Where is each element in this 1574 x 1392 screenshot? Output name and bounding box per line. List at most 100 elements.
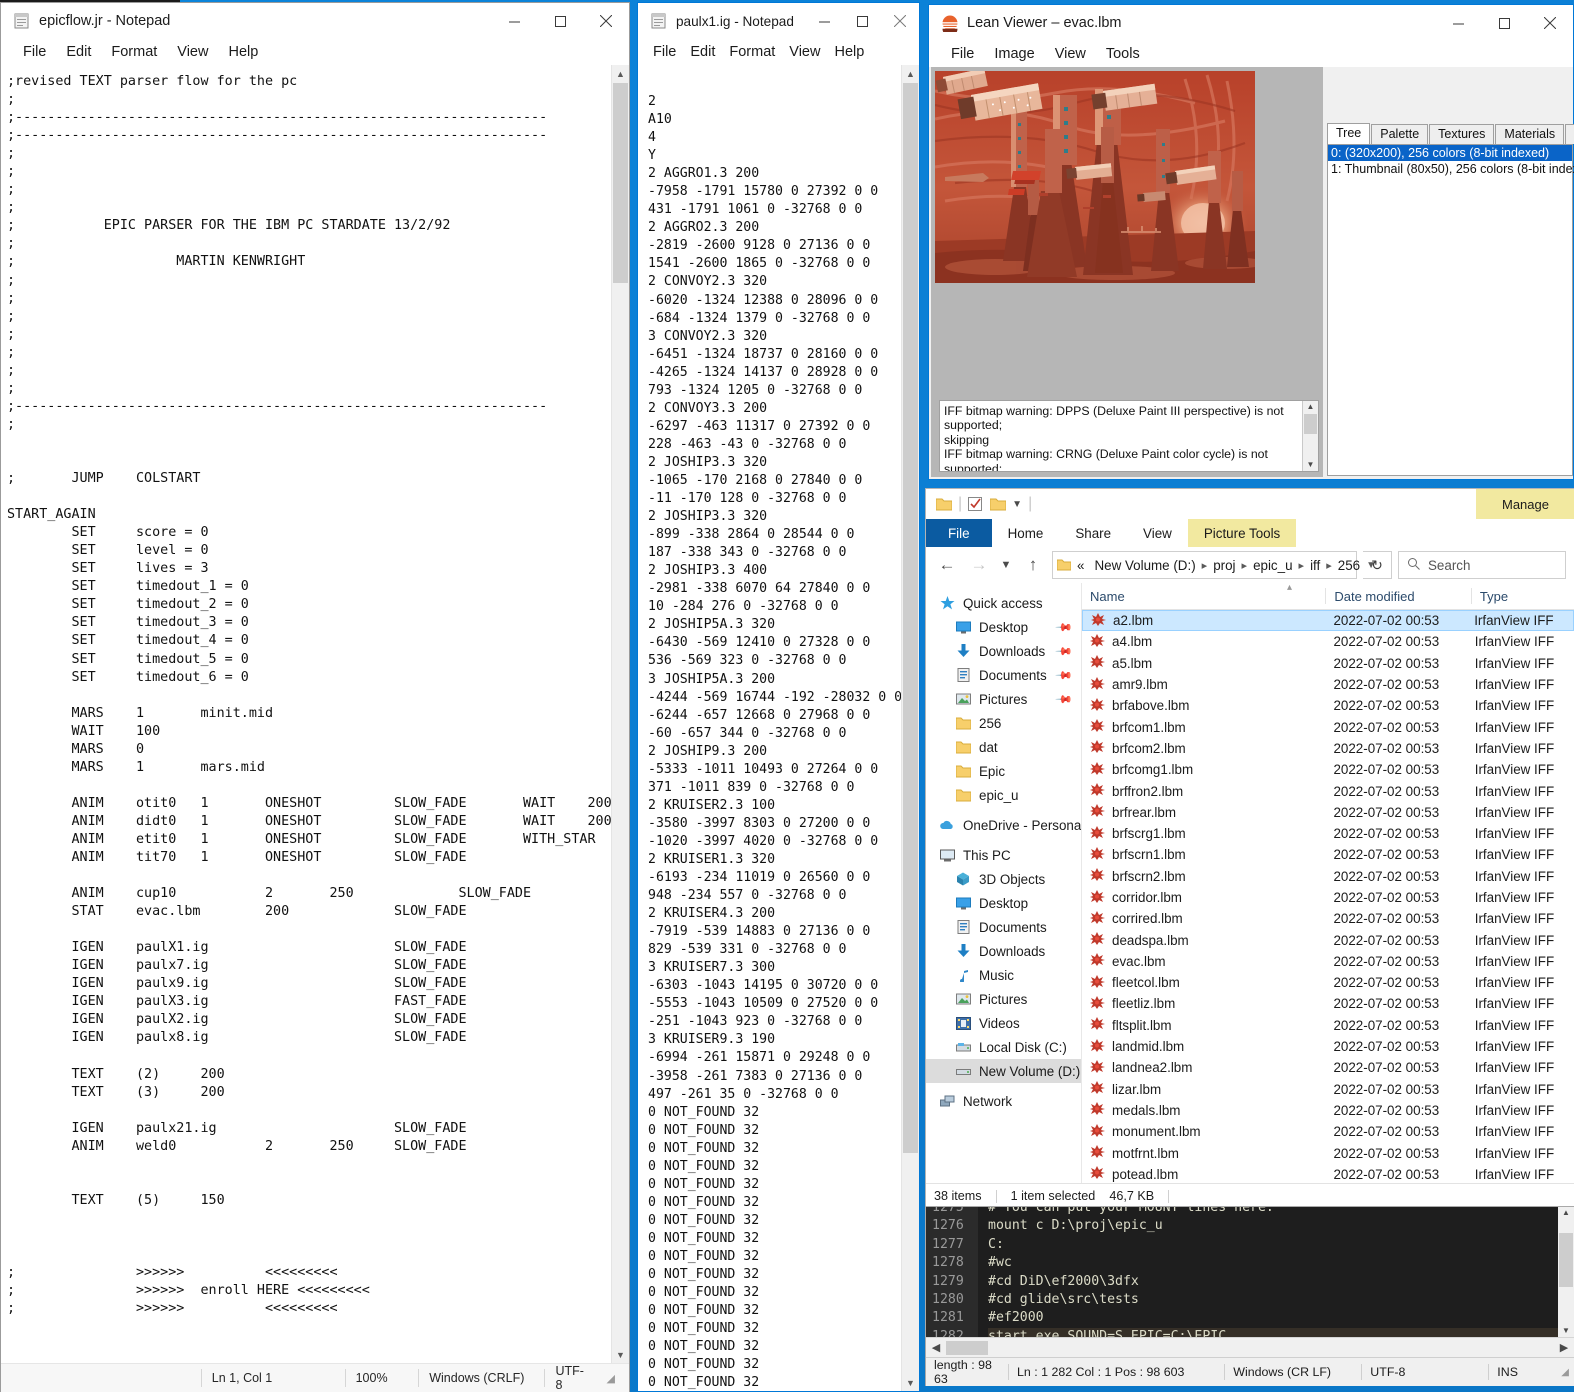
quick-access-toolbar[interactable]: | ▼ | Manage 256 xyxy=(926,489,1574,519)
nav-item-documents-pc[interactable]: Documents xyxy=(926,915,1081,939)
log-scroll-down-arrow[interactable]: ▼ xyxy=(1303,459,1318,471)
editor-line[interactable]: #cd DiD\ef2000\3dfx xyxy=(988,1273,1574,1291)
scrollbar-thumb[interactable] xyxy=(613,83,628,283)
nav-item-downloads-pc[interactable]: Downloads xyxy=(926,939,1081,963)
file-name-cell[interactable]: a5.lbm xyxy=(1082,655,1325,671)
tab-palette[interactable]: Palette xyxy=(1371,124,1429,144)
table-row[interactable]: fleetcol.lbm 2022-07-02 00:53 IrfanView IF… xyxy=(1082,972,1574,993)
table-row[interactable]: medals.lbm 2022-07-02 00:53 IrfanView IFF xyxy=(1082,1100,1574,1121)
file-name-cell[interactable]: fleetcol.lbm xyxy=(1082,974,1325,991)
file-name-cell[interactable]: landnea2.lbm xyxy=(1082,1059,1325,1076)
navigation-pane[interactable]: Quick access Desktop 📌 Downloads 📌 Documen… xyxy=(926,583,1081,1183)
tree-item-thumbnail[interactable]: 1: Thumbnail (80x50), 256 colors (8-bit … xyxy=(1328,161,1574,177)
menu-image[interactable]: Image xyxy=(984,46,1044,62)
file-name-cell[interactable]: fltsplit.lbm xyxy=(1082,1017,1325,1033)
table-row[interactable]: amr9.lbm 2022-07-02 00:53 IrfanView IFF xyxy=(1082,674,1574,695)
breadcrumb-item-iff[interactable]: iff xyxy=(1306,558,1324,573)
nav-item-downloads[interactable]: Downloads 📌 xyxy=(926,639,1081,663)
file-name-cell[interactable]: brfscrn2.lbm xyxy=(1082,868,1325,884)
ribbon-manage-label[interactable]: Manage xyxy=(1476,489,1574,519)
nav-item-local-disk-c[interactable]: Local Disk (C:) xyxy=(926,1035,1081,1059)
window-controls[interactable] xyxy=(1435,5,1573,41)
menu-view[interactable]: View xyxy=(1045,46,1096,62)
window-text-editor[interactable]: 1275 1276 1277 1278 1279 1280 1281 1282 # You c… xyxy=(925,1206,1574,1386)
log-scroll-up-arrow[interactable]: ▲ xyxy=(1303,401,1318,413)
back-button[interactable]: ← xyxy=(934,552,960,578)
file-name-cell[interactable]: brfcom2.lbm xyxy=(1082,740,1325,756)
nav-item-desktop[interactable]: Desktop 📌 xyxy=(926,615,1081,639)
editor-line[interactable]: C: xyxy=(988,1236,1574,1254)
nav-item-this-pc[interactable]: This PC xyxy=(926,843,1081,867)
menu-help[interactable]: Help xyxy=(827,44,871,60)
titlebar-lean-viewer[interactable]: Lean Viewer – evac.lbm xyxy=(929,5,1573,41)
side-panel-tabstrip[interactable]: Tree Palette Textures Materials Options xyxy=(1327,123,1574,144)
close-button[interactable] xyxy=(881,3,919,39)
window-file-explorer[interactable]: | ▼ | Manage 256 File Home Share View Pi… xyxy=(925,488,1574,1213)
tab-share[interactable]: Share xyxy=(1059,519,1127,547)
table-row[interactable]: lizar.lbm 2022-07-02 00:53 IrfanView IFF xyxy=(1082,1079,1574,1100)
table-row[interactable]: evac.lbm 2022-07-02 00:53 IrfanView IFF xyxy=(1082,951,1574,972)
maximize-button[interactable] xyxy=(537,3,583,39)
nav-item-epic[interactable]: Epic xyxy=(926,759,1081,783)
file-name-cell[interactable]: brfscrg1.lbm xyxy=(1082,825,1325,842)
menu-file[interactable]: File xyxy=(646,44,683,60)
tab-view[interactable]: View xyxy=(1127,519,1188,547)
notepad-text-paulx1[interactable]: 2 A10 4 Y 2 AGGRO1.3 200 -7958 -1791 157… xyxy=(638,65,919,1391)
new-folder-icon[interactable] xyxy=(989,497,1007,511)
window-notepad-epicflow[interactable]: epicflow.jr - Notepad File Edit Format V… xyxy=(0,2,630,1392)
table-row[interactable]: corrired.lbm 2022-07-02 00:53 IrfanView IF… xyxy=(1082,908,1574,929)
editor-line[interactable]: start.exe SOUND=S EPIC=C:\EPIC xyxy=(988,1327,1574,1337)
file-name-cell[interactable]: evac.lbm xyxy=(1082,953,1325,969)
table-row[interactable]: brffron2.lbm 2022-07-02 00:53 IrfanView IF… xyxy=(1082,780,1574,801)
menubar-lean-viewer[interactable]: File Image View Tools xyxy=(929,41,1573,67)
file-rows-container[interactable]: a2.lbm 2022-07-02 00:53 IrfanView IFF a4.lb… xyxy=(1082,610,1574,1183)
table-row[interactable]: monument.lbm 2022-07-02 00:53 IrfanView IF… xyxy=(1082,1121,1574,1142)
menu-format[interactable]: Format xyxy=(101,44,167,60)
menu-file[interactable]: File xyxy=(13,44,56,60)
table-row[interactable]: a4.lbm 2022-07-02 00:53 IrfanView IFF xyxy=(1082,631,1574,652)
titlebar-notepad-epicflow[interactable]: epicflow.jr - Notepad xyxy=(1,3,629,39)
nav-item-onedrive[interactable]: OneDrive - Personal xyxy=(926,813,1081,837)
table-row[interactable]: fltsplit.lbm 2022-07-02 00:53 IrfanView IF… xyxy=(1082,1015,1574,1036)
tab-options[interactable]: Options xyxy=(1565,124,1574,144)
file-list[interactable]: Name Date modified Type ▴ a2.lbm 2022-07-… xyxy=(1081,583,1574,1183)
nav-item-music[interactable]: Music xyxy=(926,963,1081,987)
file-name-cell[interactable]: corridor.lbm xyxy=(1082,889,1325,906)
table-row[interactable]: brfscrn2.lbm 2022-07-02 00:53 IrfanView IF… xyxy=(1082,866,1574,887)
image-preview-evac[interactable] xyxy=(935,71,1255,283)
nav-item-3d-objects[interactable]: 3D Objects xyxy=(926,867,1081,891)
file-name-cell[interactable]: brfabove.lbm xyxy=(1082,697,1325,714)
minimize-button[interactable] xyxy=(805,3,843,39)
pin-icon[interactable]: 📌 xyxy=(1055,642,1074,660)
breadcrumb-item-drive[interactable]: New Volume (D:) xyxy=(1090,558,1199,573)
properties-icon[interactable] xyxy=(968,497,984,511)
tab-file[interactable]: File xyxy=(926,519,992,547)
tab-textures[interactable]: Textures xyxy=(1429,124,1495,144)
maximize-button[interactable] xyxy=(843,3,881,39)
nav-item-quick-access[interactable]: Quick access xyxy=(926,591,1081,615)
nav-item-epic_u[interactable]: epic_u xyxy=(926,783,1081,807)
editor-scroll-left-arrow[interactable]: ◀ xyxy=(929,1341,943,1354)
scrollbar-thumb[interactable] xyxy=(903,83,918,1153)
text-area-paulx1[interactable]: 2 A10 4 Y 2 AGGRO1.3 200 -7958 -1791 157… xyxy=(638,65,919,1391)
recent-locations-icon[interactable]: ▼ xyxy=(998,552,1014,578)
menu-help[interactable]: Help xyxy=(218,44,268,60)
editor-line[interactable]: # You can put your MOUNT lines here. xyxy=(988,1207,1574,1217)
nav-item-dat[interactable]: dat xyxy=(926,735,1081,759)
nav-item-pictures-pc[interactable]: Pictures xyxy=(926,987,1081,1011)
file-name-cell[interactable]: lizar.lbm xyxy=(1082,1081,1325,1097)
editor-horizontal-scrollbar[interactable]: ◀ ▶ xyxy=(926,1337,1574,1357)
editor-scrollbar-thumb[interactable] xyxy=(1559,1233,1573,1287)
vertical-scrollbar[interactable]: ▲ ▼ xyxy=(901,65,919,1391)
refresh-button[interactable]: ↻ xyxy=(1363,551,1392,579)
menu-view[interactable]: View xyxy=(782,44,827,60)
menubar-notepad-paulx1[interactable]: File Edit Format View Help xyxy=(638,39,919,65)
editor-vertical-scrollbar[interactable]: ▲ ▼ xyxy=(1558,1207,1574,1337)
menu-edit[interactable]: Edit xyxy=(683,44,722,60)
table-row[interactable]: deadspa.lbm 2022-07-02 00:53 IrfanView IFF xyxy=(1082,929,1574,950)
table-row[interactable]: brfcomg1.lbm 2022-07-02 00:53 IrfanView IF… xyxy=(1082,759,1574,780)
window-lean-viewer[interactable]: Lean Viewer – evac.lbm File Image View T… xyxy=(928,4,1574,480)
pin-icon[interactable]: 📌 xyxy=(1055,618,1074,636)
table-row[interactable]: brfscrn1.lbm 2022-07-02 00:53 IrfanView IF… xyxy=(1082,844,1574,865)
file-name-cell[interactable]: corrired.lbm xyxy=(1082,910,1325,927)
